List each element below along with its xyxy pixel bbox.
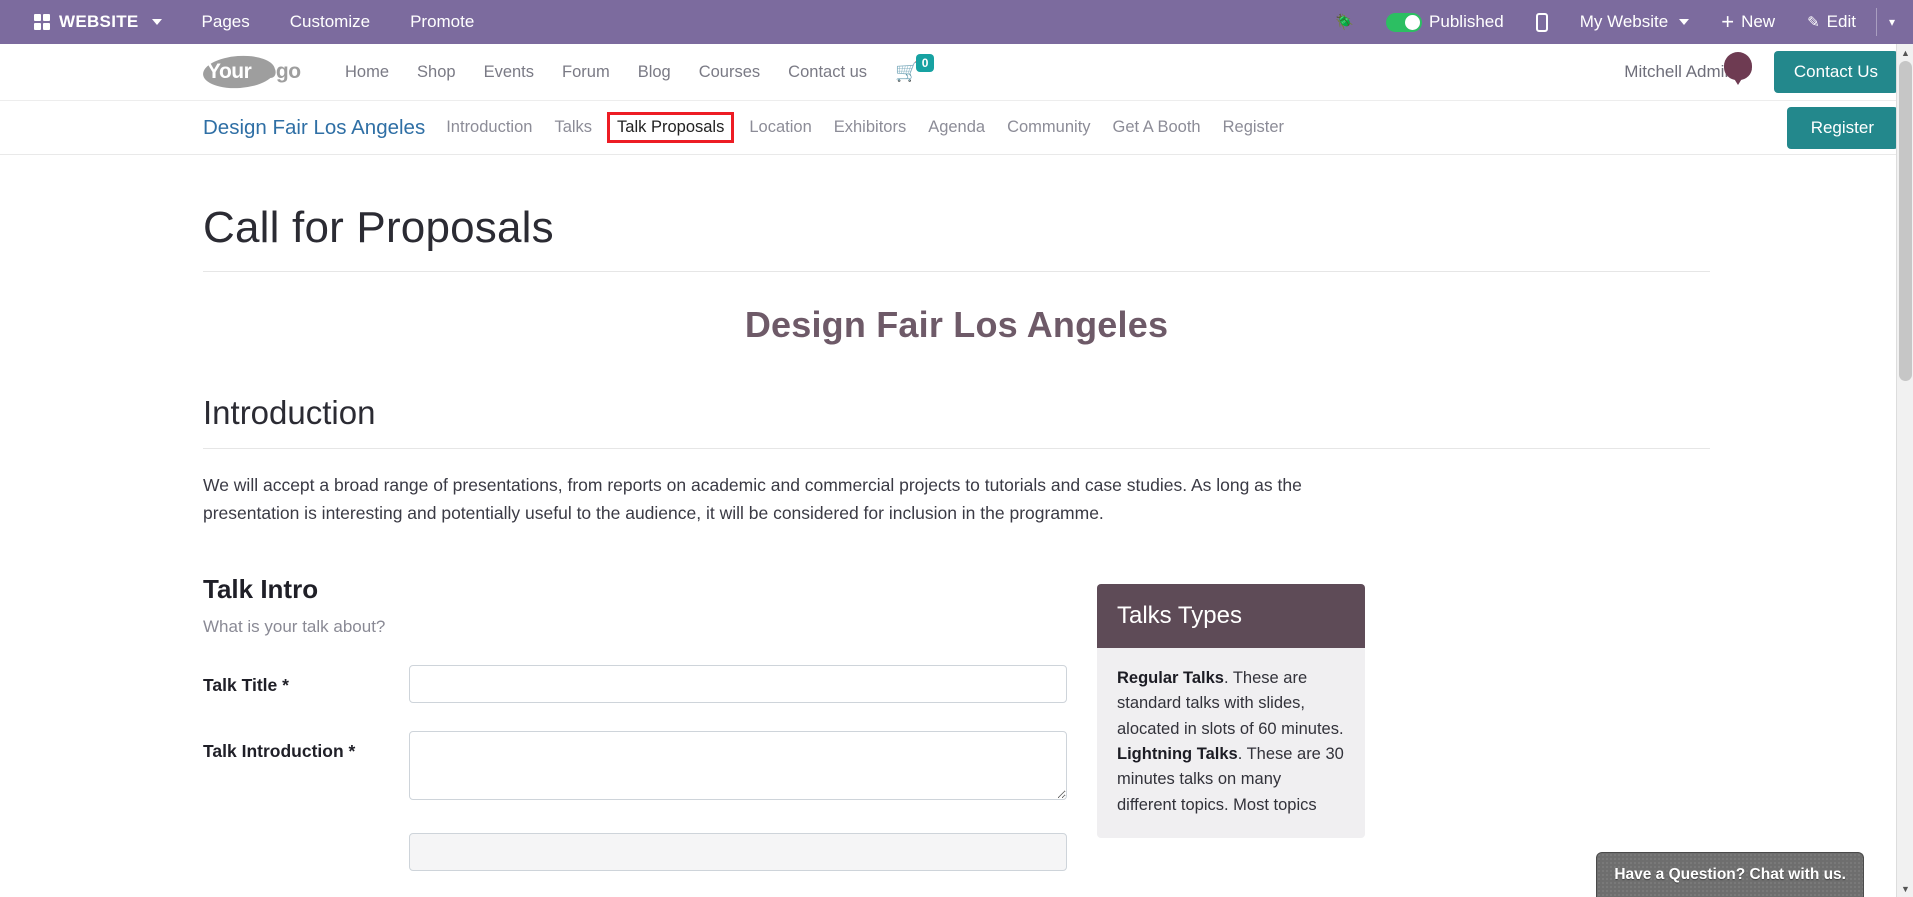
contact-us-button[interactable]: Contact Us (1773, 51, 1898, 93)
event-nav-community[interactable]: Community (996, 118, 1101, 137)
user-name-label: Mitchell Admin (1624, 62, 1734, 81)
page-title: Call for Proposals (203, 203, 554, 252)
bug-icon: 🪲 (1335, 14, 1355, 31)
form-subtitle: What is your talk about? (203, 616, 386, 636)
section-heading-introduction: Introduction (203, 394, 376, 431)
my-website-menu[interactable]: My Website (1564, 12, 1706, 32)
page-scrollbar[interactable]: ▲ ▼ (1896, 44, 1913, 897)
shopping-cart-button[interactable]: 🛒 0 (895, 54, 935, 84)
apps-grid-icon (34, 14, 50, 30)
event-nav-get-a-booth[interactable]: Get A Booth (1102, 118, 1212, 137)
introduction-paragraph: We will accept a broad range of presenta… (203, 475, 1302, 524)
talk-title-label: Talk Title * (203, 674, 289, 695)
nav-item-contact-us[interactable]: Contact us (774, 63, 881, 82)
event-nav-agenda[interactable]: Agenda (917, 118, 996, 137)
topbar-divider (1875, 8, 1877, 36)
publish-toggle[interactable]: Published (1370, 12, 1520, 32)
title-divider (203, 271, 1710, 272)
plus-icon: + (1721, 9, 1735, 34)
debug-button[interactable]: 🪲 (1319, 13, 1370, 31)
form-row-talk-introduction: Talk Introduction * (203, 730, 1067, 805)
talks-type-term-regular: Regular Talks (1117, 668, 1224, 687)
mobile-icon (1535, 12, 1548, 32)
talk-introduction-label: Talk Introduction * (203, 740, 356, 761)
form-row-talk-title: Talk Title * (203, 664, 1067, 703)
nav-item-forum[interactable]: Forum (548, 63, 624, 82)
register-button[interactable]: Register (1786, 106, 1898, 149)
logo-text-second: Logo (251, 60, 301, 83)
talk-proposal-form: Talk Intro What is your talk about? Talk… (203, 574, 1067, 871)
menu-item-promote[interactable]: Promote (390, 12, 494, 32)
form-heading-talk-intro: Talk Intro (203, 573, 319, 604)
nav-item-courses[interactable]: Courses (685, 63, 774, 82)
next-field-wrap (409, 832, 1067, 871)
apps-menu-button[interactable]: WEBSITE (14, 12, 182, 32)
menu-item-pages[interactable]: Pages (182, 12, 270, 32)
event-nav-location[interactable]: Location (738, 118, 822, 137)
edit-button[interactable]: ✎ Edit (1791, 12, 1872, 32)
pencil-icon: ✎ (1807, 14, 1820, 31)
talk-title-field-wrap (409, 664, 1067, 703)
event-nav-links: Introduction Talks Talk Proposals Locati… (435, 112, 1295, 143)
event-nav-talk-proposals[interactable]: Talk Proposals (607, 112, 735, 143)
logo-text: YourLogo (207, 60, 301, 84)
form-and-sidebar-row: Talk Intro What is your talk about? Talk… (203, 574, 1710, 871)
event-navigation-bar: Design Fair Los Angeles Introduction Tal… (0, 101, 1913, 155)
event-nav-right: Register (1786, 106, 1913, 149)
nav-item-blog[interactable]: Blog (624, 63, 685, 82)
menu-item-customize[interactable]: Customize (270, 12, 390, 32)
event-nav-exhibitors[interactable]: Exhibitors (823, 118, 917, 137)
event-nav-introduction[interactable]: Introduction (435, 118, 543, 137)
site-logo[interactable]: YourLogo (201, 53, 303, 91)
topbar-overflow-button[interactable]: ▾ (1881, 15, 1907, 29)
talks-types-card-body: Regular Talks. These are standard talks … (1097, 647, 1365, 839)
new-label: New (1741, 12, 1776, 31)
content-container: Call for Proposals Design Fair Los Angel… (203, 203, 1710, 871)
edit-label: Edit (1826, 12, 1856, 31)
chevron-down-icon (1679, 19, 1690, 25)
section-divider (203, 448, 1710, 449)
scroll-down-arrow-icon[interactable]: ▼ (1897, 880, 1913, 897)
topbar-right-group: 🪲 Published My Website + New ✎ Edit ▾ (1319, 8, 1913, 36)
talks-types-card-title: Talks Types (1097, 583, 1365, 648)
scrollbar-thumb[interactable] (1899, 61, 1912, 381)
publish-switch-icon (1386, 12, 1423, 32)
event-nav-register[interactable]: Register (1212, 118, 1295, 137)
website-header: YourLogo Home Shop Events Forum Blog Cou… (0, 44, 1913, 101)
talks-types-card: Talks Types Regular Talks. These are sta… (1097, 583, 1365, 839)
logo-text-first: Your (207, 60, 252, 83)
odoo-editor-topbar: WEBSITE Pages Customize Promote 🪲 Publis… (0, 0, 1913, 44)
talk-introduction-textarea[interactable] (409, 730, 1067, 800)
talk-title-input[interactable] (409, 664, 1067, 703)
scroll-up-arrow-icon[interactable]: ▲ (1897, 44, 1913, 61)
live-chat-widget-button[interactable]: Have a Question? Chat with us. (1596, 852, 1864, 897)
apps-menu-label: WEBSITE (59, 12, 139, 31)
form-row-next-field-partial (203, 832, 1067, 871)
nav-item-events[interactable]: Events (470, 63, 548, 82)
main-navigation: Home Shop Events Forum Blog Courses Cont… (331, 63, 881, 82)
my-website-label: My Website (1579, 12, 1669, 31)
cart-count-badge: 0 (915, 54, 935, 72)
mobile-preview-button[interactable] (1520, 12, 1564, 32)
balloon-body (1724, 52, 1752, 80)
page-content: Call for Proposals Design Fair Los Angel… (0, 155, 1913, 897)
sidebar-column: Talks Types Regular Talks. These are sta… (1097, 583, 1365, 839)
event-title-link[interactable]: Design Fair Los Angeles (203, 116, 425, 140)
event-nav-talks[interactable]: Talks (543, 118, 603, 137)
topbar-left-group: WEBSITE Pages Customize Promote (0, 12, 494, 32)
next-field-label-hidden (203, 833, 409, 843)
event-name-heading: Design Fair Los Angeles (744, 304, 1169, 345)
talks-type-term-lightning: Lightning Talks (1117, 744, 1238, 763)
talk-introduction-field-wrap (409, 730, 1067, 805)
publish-label: Published (1429, 12, 1504, 31)
nav-item-home[interactable]: Home (331, 63, 403, 82)
header-right-group: Mitchell Admin Contact Us (1624, 51, 1913, 93)
new-button[interactable]: + New (1705, 11, 1791, 33)
balloon-tail (1733, 77, 1743, 85)
nav-item-shop[interactable]: Shop (403, 63, 470, 82)
balloon-marker-icon (1724, 52, 1752, 86)
chevron-down-icon (151, 19, 162, 25)
next-field-input-partial[interactable] (409, 832, 1067, 871)
